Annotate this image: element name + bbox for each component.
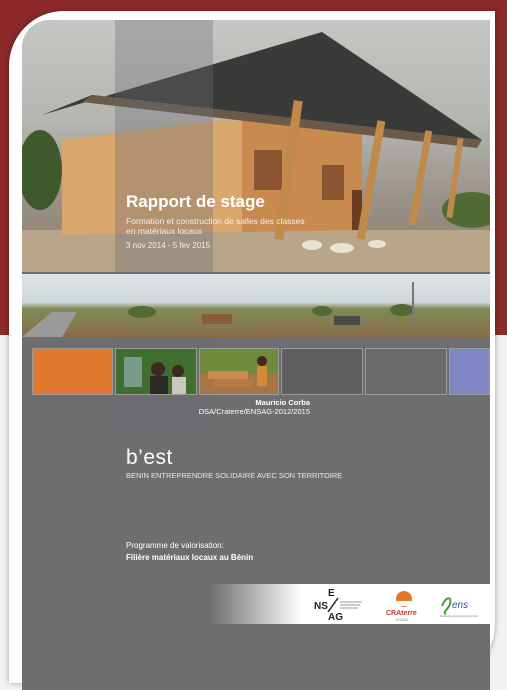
brand-name: b’est — [126, 446, 173, 469]
logo-band-fade — [210, 584, 302, 624]
grey-tile-1 — [281, 348, 363, 395]
sens-logo-sub: Solidarités Entreprises Nord-Sud — [440, 614, 478, 618]
ensag-logo-ns: NS — [314, 601, 328, 612]
workshop-photo-tile — [115, 348, 197, 395]
ensag-logo-ag: AG — [328, 612, 343, 622]
report-cover: Rapport de stage Formation et constructi… — [22, 20, 490, 690]
report-subtitle: Formation et construction de salles des … — [126, 216, 305, 236]
author-block: Mauricio Corba DSA/Craterre/ENSAG-2012/2… — [199, 398, 310, 416]
grey-tile-2 — [365, 348, 447, 395]
brickmaking-photo-tile — [199, 348, 279, 395]
craterre-logo-sub: ENSAG — [396, 618, 409, 622]
program-label: Programme de valorisation: — [126, 541, 224, 550]
blue-tile — [449, 348, 490, 395]
brand-tagline: BENIN ENTREPRENDRE SOLIDAIRE AVEC SON TE… — [126, 471, 343, 480]
author-affiliation: DSA/Craterre/ENSAG-2012/2015 — [198, 407, 310, 416]
report-dates: 3 nov 2014 - 5 fev 2015 — [126, 241, 211, 250]
craterre-logo: CRAterre ENSAG — [384, 588, 424, 622]
ensag-logo: E NS AG — [312, 586, 364, 623]
landscape-photo-strip — [22, 274, 490, 337]
program-name: Filière matériaux locaux au Bénin — [126, 553, 254, 562]
orange-tile — [32, 348, 113, 395]
ensag-logo-e: E — [328, 588, 335, 599]
sens-logo-label: ens — [452, 600, 468, 611]
sens-logo: ens Solidarités Entreprises Nord-Sud — [438, 590, 482, 620]
author-name: Mauricio Corba — [255, 398, 310, 407]
report-title: Rapport de stage — [126, 192, 265, 211]
craterre-logo-label: CRAterre — [386, 610, 417, 617]
